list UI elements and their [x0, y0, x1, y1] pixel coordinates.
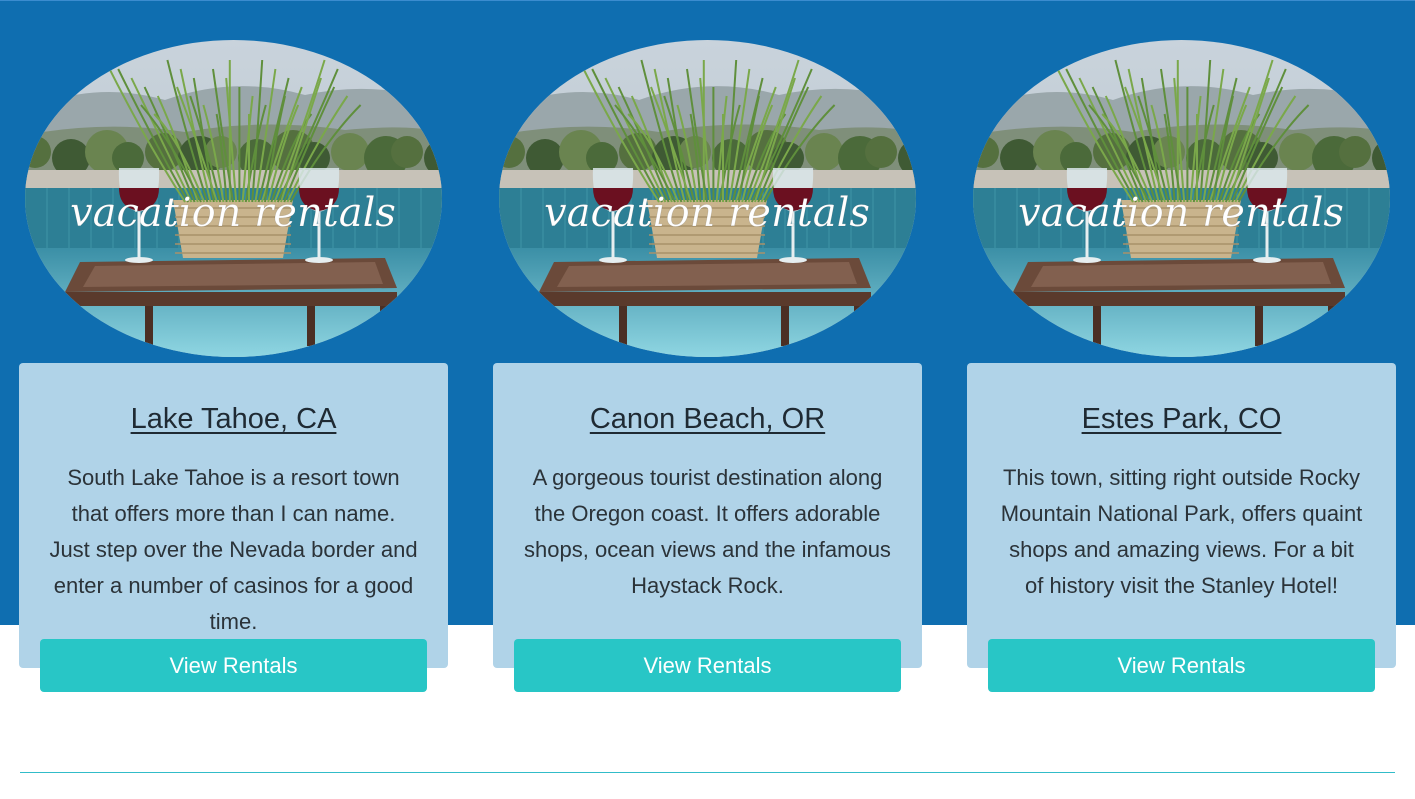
destination-title-link[interactable]: Canon Beach, OR — [493, 401, 922, 437]
view-rentals-button[interactable]: View Rentals — [988, 639, 1375, 692]
vacation-rentals-photo: vacation rentals — [499, 40, 916, 357]
destination-card-estes-park: vacation rentals Estes Park, CO This tow… — [967, 0, 1396, 700]
card-info-box: Canon Beach, OR A gorgeous tourist desti… — [493, 363, 922, 668]
vacation-rentals-photo-art: vacation rentals — [973, 40, 1390, 357]
destination-card-canon-beach: vacation rentals Canon Beach, OR A gorge… — [493, 0, 922, 700]
destination-description: South Lake Tahoe is a resort town that o… — [49, 465, 418, 634]
svg-text:vacation rentals: vacation rentals — [544, 190, 870, 236]
view-rentals-button[interactable]: View Rentals — [514, 639, 901, 692]
svg-text:vacation rentals: vacation rentals — [70, 190, 396, 236]
vacation-rentals-photo-art: vacation rentals — [499, 40, 916, 357]
destination-description: A gorgeous tourist destination along the… — [524, 465, 891, 598]
destination-title-link[interactable]: Estes Park, CO — [967, 401, 1396, 437]
card-info-box: Estes Park, CO This town, sitting right … — [967, 363, 1396, 668]
vacation-rentals-photo-art: vacation rentals — [25, 40, 442, 357]
destination-title-link[interactable]: Lake Tahoe, CA — [19, 401, 448, 437]
section-divider — [20, 772, 1395, 773]
vacation-rentals-photo: vacation rentals — [973, 40, 1390, 357]
svg-text:vacation rentals: vacation rentals — [1018, 190, 1344, 236]
destination-description: This town, sitting right outside Rocky M… — [1000, 465, 1363, 598]
vacation-rentals-photo: vacation rentals — [25, 40, 442, 357]
destination-card-lake-tahoe: vacation rentals Lake Tahoe, CA South La… — [19, 0, 448, 700]
destination-cards: vacation rentals Lake Tahoe, CA South La… — [0, 0, 1415, 700]
page: vacation rentals Lake Tahoe, CA South La… — [0, 0, 1415, 799]
view-rentals-button[interactable]: View Rentals — [40, 639, 427, 692]
card-info-box: Lake Tahoe, CA South Lake Tahoe is a res… — [19, 363, 448, 668]
